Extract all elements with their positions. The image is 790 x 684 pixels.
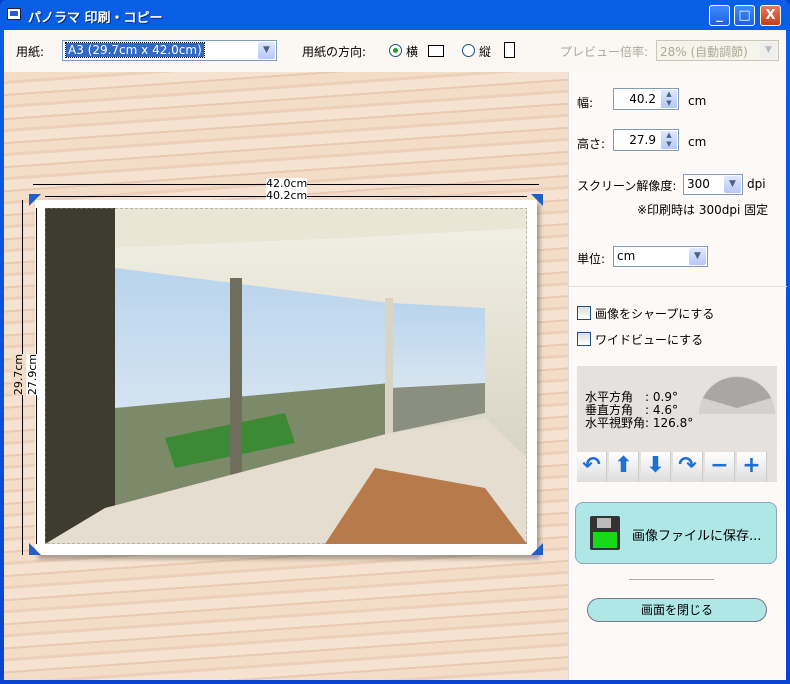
height-spinner[interactable]: 27.9 ▲ ▼ [613, 129, 679, 151]
resize-handle-top-left[interactable] [29, 194, 41, 206]
fov-indicator-icon [699, 376, 775, 414]
angle-readout: 水平方角 : 0.9° 垂直方角 : 4.6° 水平視野角: 126.8° [585, 391, 693, 430]
angle-row: 水平視野角: 126.8° [585, 417, 693, 430]
image-height-label: 27.9cm [26, 353, 40, 396]
spin-arrows-icon[interactable]: ▲ ▼ [661, 90, 677, 108]
spin-arrows-icon[interactable]: ▲ ▼ [661, 131, 677, 149]
panorama-image[interactable] [45, 208, 527, 544]
rotate-right-button[interactable]: ↷ [673, 452, 703, 482]
sharpen-label: 画像をシャープにする [595, 307, 715, 321]
wide-view-label: ワイドビューにする [595, 333, 704, 347]
sharpen-checkbox[interactable] [577, 306, 591, 320]
toolbar: 用紙: A3 (29.7cm x 42.0cm) ▼ 用紙の方向: 横 縦 プレビ… [4, 30, 786, 70]
preview-scale-label: プレビュー倍率: [560, 45, 649, 59]
tilt-up-button[interactable]: ⬆ [609, 452, 639, 482]
landscape-label: 横 [406, 45, 419, 59]
orientation-label: 用紙の方向: [302, 45, 367, 59]
resolution-value: 300 [687, 177, 710, 191]
angle-label: 水平方角 : [585, 390, 650, 404]
unit-value: cm [617, 249, 636, 263]
client-area: 用紙: A3 (29.7cm x 42.0cm) ▼ 用紙の方向: 横 縦 プレビ… [4, 30, 787, 680]
paper-height-label: 29.7cm [12, 353, 26, 396]
height-unit: cm [688, 135, 707, 149]
chevron-down-icon[interactable]: ▼ [724, 176, 741, 193]
divider [629, 579, 714, 580]
app-icon [7, 8, 21, 20]
width-spinner[interactable]: 40.2 ▲ ▼ [613, 88, 679, 110]
arrow-up-icon: ⬆ [614, 453, 633, 478]
plus-icon: + [742, 453, 761, 478]
rotate-left-button[interactable]: ↶ [577, 452, 607, 482]
preview-canvas: 42.0cm 40.2cm 29.7cm 27.9cm [4, 72, 568, 680]
height-label: 高さ: [577, 137, 606, 151]
minus-icon: − [710, 453, 729, 478]
angle-label: 垂直方角 : [585, 403, 650, 417]
angle-value: 126.8° [652, 416, 694, 430]
resize-handle-top-right[interactable] [531, 194, 543, 206]
preview-scale-value: 28% (自動調節) [660, 45, 748, 59]
print-copy-window: パノラマ 印刷・コピー _ □ X 用紙: A3 (29.7cm x 42.0c… [0, 0, 790, 684]
save-image-button[interactable]: 画像ファイルに保存... [575, 502, 777, 564]
close-button[interactable]: X [760, 5, 781, 26]
unit-label: 単位: [577, 252, 606, 266]
paper-value: A3 (29.7cm x 42.0cm) [65, 42, 205, 58]
width-value: 40.2 [629, 92, 656, 106]
portrait-radio[interactable] [462, 44, 475, 57]
tilt-down-button[interactable]: ⬇ [641, 452, 671, 482]
settings-panel: 幅: 40.2 ▲ ▼ cm 高さ: 27.9 ▲ ▼ cm スクリーン解像度: 300… [568, 72, 787, 680]
resize-handle-bottom-right[interactable] [531, 543, 543, 555]
resolution-label: スクリーン解像度: [577, 179, 677, 193]
wide-view-checkbox[interactable] [577, 332, 591, 346]
resize-handle-bottom-left[interactable] [29, 543, 41, 555]
paper-select[interactable]: A3 (29.7cm x 42.0cm) ▼ [62, 40, 277, 61]
landscape-page-icon [428, 45, 444, 57]
window-title: パノラマ 印刷・コピー [28, 11, 163, 26]
chevron-down-icon[interactable]: ▼ [689, 248, 706, 265]
arrow-down-icon: ⬇ [646, 453, 665, 478]
angle-value: 4.6° [652, 403, 678, 417]
zoom-out-button[interactable]: − [705, 452, 735, 482]
print-note: ※印刷時は 300dpi 固定 [637, 203, 769, 217]
save-image-label: 画像ファイルに保存... [632, 529, 762, 544]
angle-label: 水平視野角: [585, 416, 650, 430]
close-screen-button[interactable]: 画面を閉じる [587, 598, 767, 622]
angle-value: 0.9° [652, 390, 678, 404]
height-value: 27.9 [629, 133, 656, 147]
width-label: 幅: [577, 96, 594, 110]
width-unit: cm [688, 94, 707, 108]
title-bar: パノラマ 印刷・コピー _ □ X [0, 0, 790, 30]
preview-scale-select: 28% (自動調節) ▼ [656, 40, 779, 61]
resolution-unit: dpi [747, 177, 766, 191]
rotate-left-icon: ↶ [582, 453, 601, 478]
floppy-disk-icon [590, 516, 620, 550]
image-width-label: 40.2cm [266, 189, 308, 202]
landscape-radio[interactable] [389, 44, 402, 57]
portrait-page-icon [504, 42, 515, 58]
portrait-label: 縦 [479, 45, 492, 59]
unit-select[interactable]: cm ▼ [613, 246, 708, 267]
rotate-right-icon: ↷ [678, 453, 697, 478]
divider [569, 286, 787, 287]
chevron-down-icon[interactable]: ▼ [258, 42, 275, 59]
zoom-in-button[interactable]: + [737, 452, 767, 482]
resolution-select[interactable]: 300 ▼ [683, 174, 743, 195]
chevron-down-icon: ▼ [760, 42, 777, 59]
maximize-button[interactable]: □ [734, 5, 755, 26]
paper-label: 用紙: [16, 45, 45, 59]
minimize-button[interactable]: _ [709, 5, 730, 26]
